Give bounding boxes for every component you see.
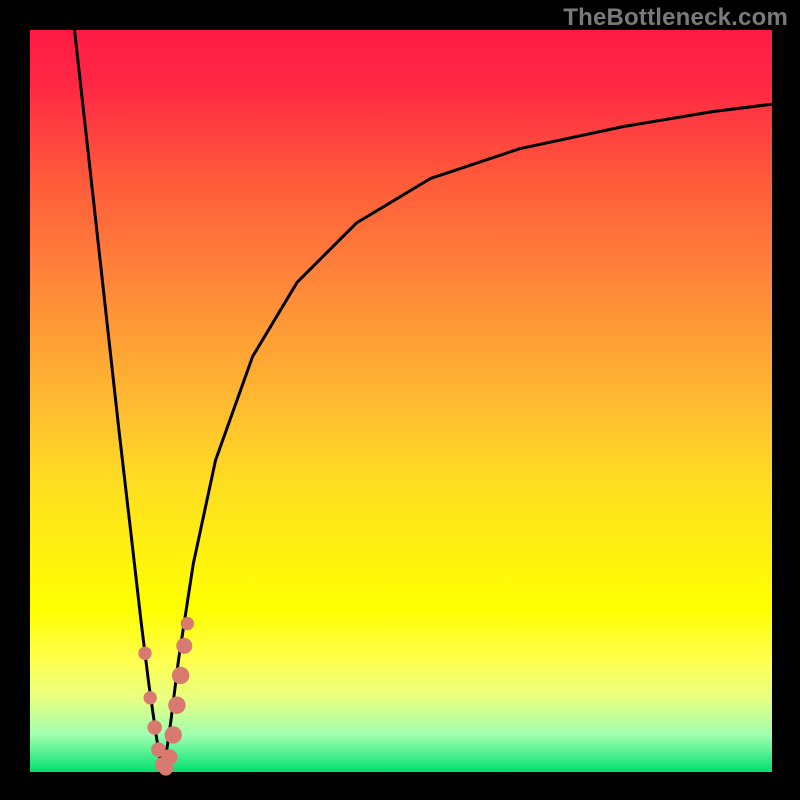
marker-dot <box>165 726 182 743</box>
marker-dot <box>168 697 185 714</box>
marker-dot <box>176 638 192 654</box>
marker-dot <box>147 720 162 735</box>
valley-markers <box>138 617 194 776</box>
marker-dot <box>138 647 151 660</box>
chart-svg <box>30 30 772 772</box>
marker-dot <box>144 691 157 704</box>
plot-area <box>30 30 772 772</box>
marker-dot <box>181 617 194 630</box>
curve-left <box>75 30 164 772</box>
curve-right <box>164 104 772 772</box>
marker-dot <box>162 749 178 765</box>
chart-frame: TheBottleneck.com <box>0 0 800 800</box>
marker-dot <box>172 667 189 684</box>
watermark-text: TheBottleneck.com <box>563 4 788 32</box>
